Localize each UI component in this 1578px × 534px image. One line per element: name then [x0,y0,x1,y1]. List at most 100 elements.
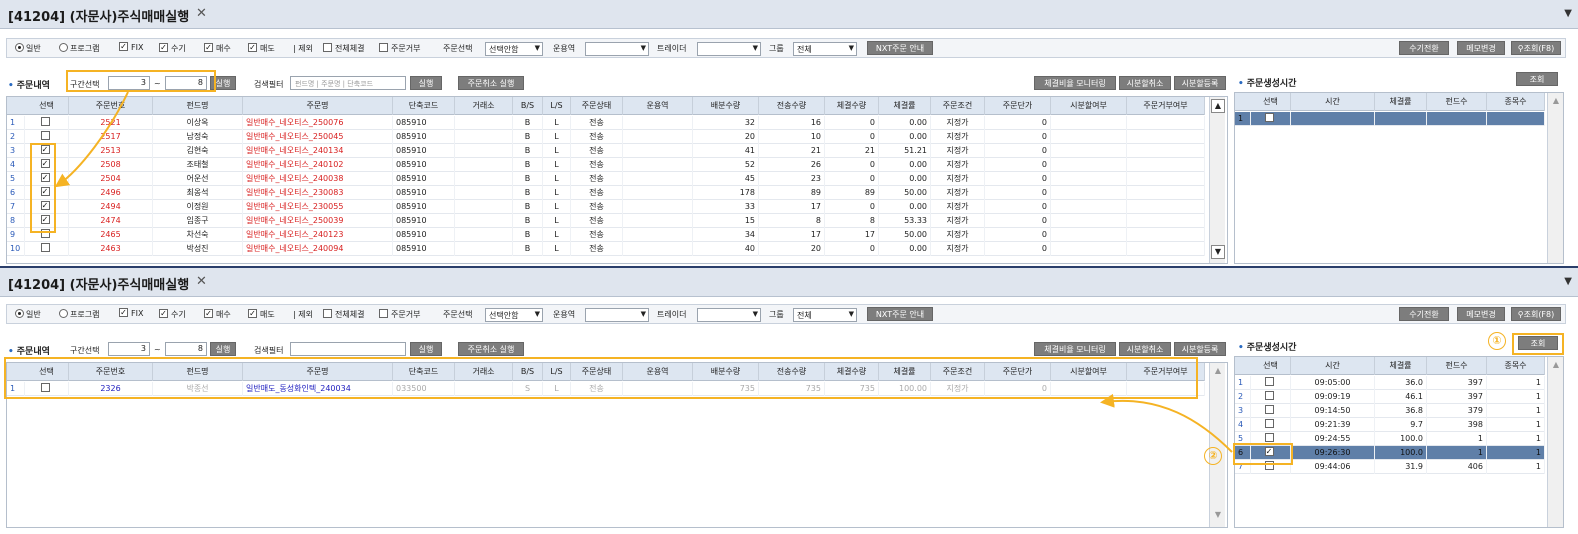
column-header[interactable]: 주문번호 [69,97,153,115]
scroll-down-icon[interactable]: ▼ [1211,245,1225,259]
search-filter-input[interactable]: 펀드명 | 주문명 | 단축코드 [290,76,406,90]
row-checkbox[interactable]: ✓ [25,172,69,186]
order-number[interactable]: 2326 [69,382,153,396]
range-run-button[interactable]: 실행 [210,76,236,90]
range-to-input[interactable]: 8 [165,342,207,356]
row-checkbox[interactable] [25,228,69,242]
group-dropdown[interactable]: 전체 ▼ [793,308,857,322]
close-icon[interactable]: ✕ [196,274,207,289]
column-header[interactable]: 주문단가 [985,363,1051,381]
order-name[interactable]: 일반매도_동성화인텍_240034 [243,382,393,396]
column-header[interactable]: 시분할여부 [1051,97,1127,115]
cb-manual[interactable]: ✓ 수기 [159,43,186,54]
group-dropdown[interactable]: 전체 ▼ [793,42,857,56]
memo-change-button[interactable]: 메모변경 [1457,307,1505,321]
column-header[interactable]: 체결수량 [825,97,879,115]
range-run-button[interactable]: 실행 [210,342,236,356]
column-header[interactable]: 체결률 [879,363,931,381]
checkbox-icon[interactable] [1264,405,1274,414]
column-header[interactable]: 주문번호 [69,363,153,381]
trader-dropdown[interactable]: ▼ [697,308,761,322]
cb-buy[interactable]: ✓ 매수 [204,43,231,54]
manager-dropdown[interactable]: ▼ [585,42,649,56]
grid-scrollbar[interactable]: ▲ ▼ [1209,97,1225,263]
checkbox-icon[interactable]: ✓ [40,187,50,196]
column-header[interactable]: L/S [543,97,571,115]
row-checkbox[interactable]: ✓ [25,144,69,158]
side-column-header[interactable]: 종목수 [1487,357,1545,375]
column-header[interactable]: 주문조건 [931,363,985,381]
memo-change-button[interactable]: 메모변경 [1457,41,1505,55]
order-name[interactable]: 일반매수_네오티스_240102 [243,158,393,172]
row-checkbox[interactable] [25,130,69,144]
range-from-input[interactable]: 3 [108,76,150,90]
manual-switch-button[interactable]: 수기전환 [1399,307,1449,321]
column-header[interactable]: 운용역 [623,97,693,115]
column-header[interactable]: 주문거부여부 [1127,363,1205,381]
side-column-header[interactable]: 선택 [1251,357,1291,375]
column-header[interactable]: 체결수량 [825,363,879,381]
order-name[interactable]: 일반매수_네오티스_240123 [243,228,393,242]
side-scrollbar[interactable]: ▲ [1547,93,1563,263]
row-checkbox[interactable] [1251,390,1291,404]
order-number[interactable]: 2474 [69,214,153,228]
column-header[interactable]: 단축코드 [393,363,455,381]
radio-program[interactable]: 프로그램 [59,43,99,54]
checkbox-icon[interactable] [40,243,50,252]
order-number[interactable]: 2513 [69,144,153,158]
column-header[interactable]: 선택 [25,363,69,381]
range-to-input[interactable]: 8 [165,76,207,90]
side-scrollbar[interactable]: ▲ [1547,357,1563,527]
cb-sell[interactable]: ✓ 매도 [248,43,275,54]
column-header[interactable]: 운용역 [623,363,693,381]
table-row[interactable]: 4 ✓ 2508 조태철 일반매수_네오티스_240102 085910 B L 전송 52 26 0… [7,158,1205,172]
table-row[interactable]: 3 ✓ 2513 김현숙 일반매수_네오티스_240134 085910 B L 전송 41 21 2… [7,144,1205,158]
chevron-down-icon[interactable]: ▼ [1564,8,1572,19]
column-header[interactable]: 전송수량 [759,97,825,115]
checkbox-icon[interactable] [1264,461,1274,470]
order-name[interactable]: 일반매수_네오티스_240094 [243,242,393,256]
order-number[interactable]: 2517 [69,130,153,144]
row-checkbox[interactable]: ✓ [25,186,69,200]
column-header[interactable]: L/S [543,363,571,381]
column-header[interactable]: 거래소 [455,97,513,115]
cb-reject[interactable]: 주문거부 [379,43,420,54]
order-select-dropdown[interactable]: 선택안함 ▼ [485,42,543,56]
cb-all-exec[interactable]: 전체체결 [323,309,364,320]
column-header[interactable]: 체결률 [879,97,931,115]
order-name[interactable]: 일반매수_네오티스_230083 [243,186,393,200]
side-table-row[interactable]: 1 [1235,112,1545,126]
side-table-row[interactable]: 2 09:09:19 46.1 397 1 [1235,390,1545,404]
side-query-button[interactable]: 조회 [1516,72,1558,86]
split-register-button[interactable]: 시분할등록 [1174,76,1226,90]
grid-scrollbar[interactable]: ▲ ▼ [1209,363,1225,527]
column-header[interactable]: 전송수량 [759,363,825,381]
checkbox-icon[interactable] [1264,391,1274,400]
cancel-run-button[interactable]: 주문취소 실행 [458,342,524,356]
column-header[interactable]: 배분수량 [693,97,759,115]
row-checkbox[interactable]: ✓ [25,214,69,228]
radio-program[interactable]: 프로그램 [59,309,99,320]
row-checkbox[interactable] [1251,460,1291,474]
monitor-button[interactable]: 체결비율 모니터링 [1034,342,1116,356]
order-number[interactable]: 2463 [69,242,153,256]
trader-dropdown[interactable]: ▼ [697,42,761,56]
column-header[interactable]: 주문명 [243,97,393,115]
order-name[interactable]: 일반매수_네오티스_250076 [243,116,393,130]
radio-normal[interactable]: 일반 [15,309,41,320]
checkbox-icon[interactable]: ✓ [40,173,50,182]
side-column-header[interactable]: 시간 [1291,93,1375,111]
cb-manual[interactable]: ✓ 수기 [159,309,186,320]
row-checkbox[interactable] [25,116,69,130]
checkbox-icon[interactable] [1264,377,1274,386]
checkbox-icon[interactable] [40,131,50,140]
cb-all-exec[interactable]: 전체체결 [323,43,364,54]
side-column-header[interactable]: 펀드수 [1427,357,1487,375]
radio-normal[interactable]: 일반 [15,43,41,54]
cancel-run-button[interactable]: 주문취소 실행 [458,76,524,90]
column-header[interactable]: 선택 [25,97,69,115]
cb-fix[interactable]: ✓ FIX [119,42,143,52]
manager-dropdown[interactable]: ▼ [585,308,649,322]
order-name[interactable]: 일반매수_네오티스_230055 [243,200,393,214]
side-table-row[interactable]: 1 09:05:00 36.0 397 1 [1235,376,1545,390]
